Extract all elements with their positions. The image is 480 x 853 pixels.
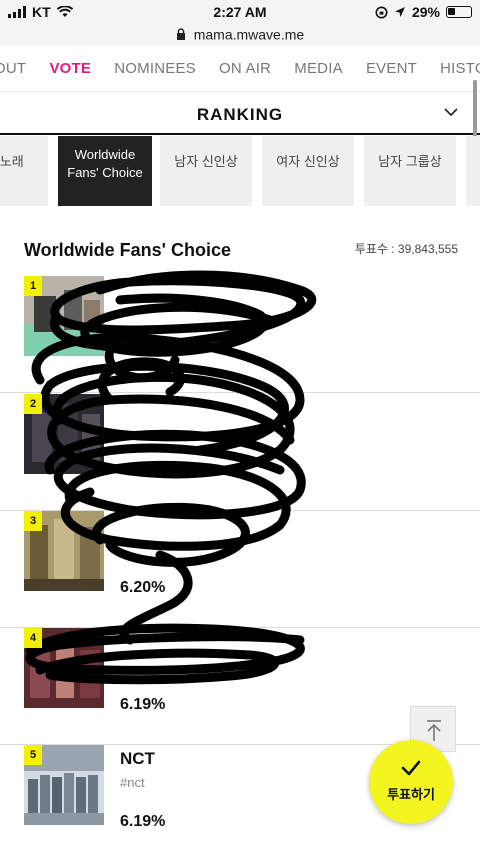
ranking-row[interactable]: 1 — [0, 276, 480, 393]
tab-male-rookie[interactable]: 남자 신인상 — [160, 136, 252, 206]
artist-thumbnail: 5 — [24, 745, 104, 825]
vote-percent: 6.19% — [120, 813, 165, 831]
artist-tag: #nct — [120, 775, 145, 790]
vote-button-label: 투표하기 — [369, 784, 453, 803]
rank-badge: 5 — [24, 745, 42, 765]
artist-thumbnail: 3 — [24, 511, 104, 591]
orientation-lock-icon — [375, 6, 388, 19]
nav-item-event[interactable]: EVENT — [366, 60, 417, 77]
nav-item-nominees[interactable]: NOMINEES — [114, 60, 196, 77]
artist-thumbnail: 2 — [24, 394, 104, 474]
check-icon — [401, 760, 421, 776]
artist-thumbnail: 4 — [24, 628, 104, 708]
tab-more[interactable] — [466, 136, 480, 206]
battery-percent: 29% — [412, 4, 440, 20]
location-icon — [394, 6, 406, 18]
rank-badge: 4 — [24, 628, 42, 648]
chevron-down-icon[interactable] — [444, 105, 458, 119]
address-bar[interactable]: mama.mwave.me — [0, 24, 480, 46]
artist-thumbnail: 1 — [24, 276, 104, 356]
tab-label: 의 노래 — [0, 154, 24, 169]
status-bar: KT 2:27 AM 29% — [0, 0, 480, 24]
list-header: Worldwide Fans' Choice 투표수 : 39,843,555 — [24, 240, 458, 261]
ranking-row[interactable]: 3 6.20% — [0, 511, 480, 628]
tab-worldwide-fans-choice[interactable]: Worldwide Fans' Choice — [58, 136, 152, 206]
tab-female-rookie[interactable]: 여자 신인상 — [262, 136, 354, 206]
ranking-row[interactable]: 2 — [0, 394, 480, 511]
nav-item-out[interactable]: OUT — [0, 60, 26, 77]
rank-badge: 2 — [24, 394, 42, 414]
category-tabs: 의 노래 Worldwide Fans' Choice 남자 신인상 여자 신인… — [0, 136, 480, 206]
nav-item-media[interactable]: MEDIA — [294, 60, 343, 77]
battery-icon — [446, 6, 472, 18]
section-title: RANKING — [0, 105, 480, 125]
tab-label: Worldwide Fans' Choice — [67, 147, 142, 180]
nav-item-on-air[interactable]: ON AIR — [219, 60, 271, 77]
tab-male-group[interactable]: 남자 그룹상 — [364, 136, 456, 206]
tab-song[interactable]: 의 노래 — [0, 136, 48, 206]
vote-percent: 6.20% — [120, 579, 165, 597]
top-nav: OUT VOTE NOMINEES ON AIR MEDIA EVENT HIS… — [0, 46, 480, 92]
vote-button[interactable]: 투표하기 — [369, 740, 453, 824]
vote-count: 투표수 : 39,843,555 — [355, 240, 458, 257]
rank-badge: 1 — [24, 276, 42, 296]
ranking-header[interactable]: RANKING — [0, 92, 480, 135]
nav-item-vote[interactable]: VOTE — [49, 60, 91, 77]
url-text: mama.mwave.me — [194, 26, 304, 42]
rank-badge: 3 — [24, 511, 42, 531]
lock-icon — [176, 28, 186, 40]
nav-item-history[interactable]: HISTORY — [440, 60, 480, 77]
ranking-row[interactable]: 4 6.19% — [0, 628, 480, 745]
tab-label: 여자 신인상 — [276, 154, 339, 169]
tab-label: 남자 신인상 — [174, 154, 237, 169]
status-right: 29% — [375, 4, 472, 20]
vote-percent: 6.19% — [120, 696, 165, 714]
tab-label: 남자 그룹상 — [378, 154, 441, 169]
artist-name: NCT — [120, 749, 155, 769]
